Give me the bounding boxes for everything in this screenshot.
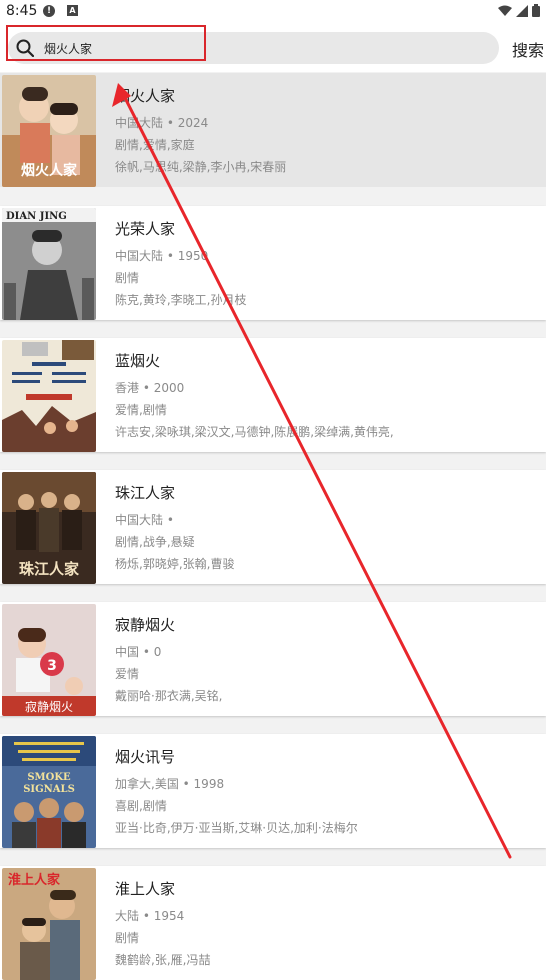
app-notification-icon: A — [67, 5, 78, 16]
poster-image: SMOKE SIGNALS — [2, 736, 96, 848]
svg-text:寂静烟火: 寂静烟火 — [25, 699, 73, 714]
svg-text:SMOKE: SMOKE — [27, 772, 71, 783]
svg-text:3: 3 — [47, 658, 57, 674]
result-meta: 大陆 • 1954 — [115, 909, 185, 923]
svg-text:DIAN JING: DIAN JING — [6, 211, 67, 222]
result-genres: 剧情,战争,悬疑 — [115, 535, 195, 549]
result-cast: 许志安,梁咏琪,梁汉文,马德钟,陈展鹏,梁绰满,黄伟亮, — [115, 425, 394, 439]
result-title: 烟火人家 — [115, 87, 176, 105]
notification-icons: ! A — [43, 5, 78, 17]
poster-image: 烟火人家 — [2, 75, 96, 187]
svg-text:SIGNALS: SIGNALS — [23, 784, 75, 795]
svg-text:烟火人家: 烟火人家 — [21, 162, 78, 179]
result-title: 烟火讯号 — [115, 748, 176, 766]
result-meta: 中国 • 0 — [115, 645, 162, 659]
search-input[interactable] — [44, 32, 484, 64]
poster-image — [2, 340, 96, 452]
result-genres: 剧情 — [115, 931, 140, 945]
result-meta: 加拿大,美国 • 1998 — [115, 777, 225, 791]
poster-image: 淮上人家 — [2, 868, 96, 980]
svg-text:珠江人家: 珠江人家 — [19, 560, 79, 578]
wifi-icon — [498, 5, 512, 16]
svg-text:淮上人家: 淮上人家 — [7, 872, 61, 888]
result-cast: 戴丽哈·那衣满,吴铭, — [115, 689, 223, 703]
result-title: 光荣人家 — [115, 220, 176, 238]
result-title: 寂静烟火 — [115, 616, 176, 634]
result-cast: 杨烁,郭晓婷,张翰,曹骏 — [115, 557, 235, 571]
poster-image: DIAN JING — [2, 208, 96, 320]
result-cast: 陈克,黄玲,李晓工,孙月枝 — [115, 293, 247, 307]
result-meta: 中国大陆 • 1950 — [115, 249, 209, 263]
result-card[interactable]: 3 寂静烟火 寂静烟火 中国 • 0 爱情 戴丽哈·那衣满,吴铭, — [0, 602, 546, 716]
poster-image: 珠江人家 — [2, 472, 96, 584]
result-genres: 爱情,剧情 — [115, 403, 167, 417]
search-box[interactable] — [8, 32, 499, 64]
alert-icon: ! — [43, 5, 55, 17]
status-time: 8:45 — [6, 3, 38, 19]
result-genres: 爱情 — [115, 667, 140, 681]
result-card[interactable]: DIAN JING 光荣人家 中国大陆 • 1950 剧情 陈克,黄玲,李晓工,… — [0, 206, 546, 320]
system-icons — [498, 4, 540, 17]
result-cast: 魏鹤龄,张,雁,冯喆 — [115, 953, 211, 967]
result-meta: 香港 • 2000 — [115, 381, 185, 395]
result-genres: 剧情,爱情,家庭 — [115, 138, 195, 152]
result-card[interactable]: SMOKE SIGNALS 烟火讯号 加拿大,美国 • 1998 喜剧,剧情 亚… — [0, 734, 546, 848]
result-card[interactable]: 淮上人家 淮上人家 大陆 • 1954 剧情 魏鹤龄,张,雁,冯喆 — [0, 866, 546, 980]
result-genres: 剧情 — [115, 271, 140, 285]
result-cast: 亚当·比奇,伊万·亚当斯,艾琳·贝达,加利·法梅尔 — [115, 821, 358, 835]
result-title: 蓝烟火 — [115, 352, 161, 370]
search-icon — [16, 39, 34, 57]
result-cast: 徐帆,马思纯,梁静,李小冉,宋春丽 — [115, 160, 287, 174]
signal-icon — [516, 4, 528, 17]
result-card[interactable]: 珠江人家 珠江人家 中国大陆 • 剧情,战争,悬疑 杨烁,郭晓婷,张翰,曹骏 — [0, 470, 546, 584]
result-card[interactable]: 烟火人家 烟火人家 中国大陆 • 2024 剧情,爱情,家庭 徐帆,马思纯,梁静… — [0, 73, 546, 187]
result-genres: 喜剧,剧情 — [115, 799, 167, 813]
search-button[interactable]: 搜索 — [512, 37, 544, 61]
battery-icon — [532, 4, 540, 17]
result-card[interactable]: 蓝烟火 香港 • 2000 爱情,剧情 许志安,梁咏琪,梁汉文,马德钟,陈展鹏,… — [0, 338, 546, 452]
result-title: 淮上人家 — [115, 880, 176, 898]
result-meta: 中国大陆 • — [115, 513, 174, 527]
status-bar: 8:45 ! A — [0, 0, 546, 24]
result-meta: 中国大陆 • 2024 — [115, 116, 209, 130]
result-title: 珠江人家 — [115, 484, 176, 502]
search-bar: 搜索 — [0, 24, 546, 72]
poster-image: 3 寂静烟火 — [2, 604, 96, 716]
